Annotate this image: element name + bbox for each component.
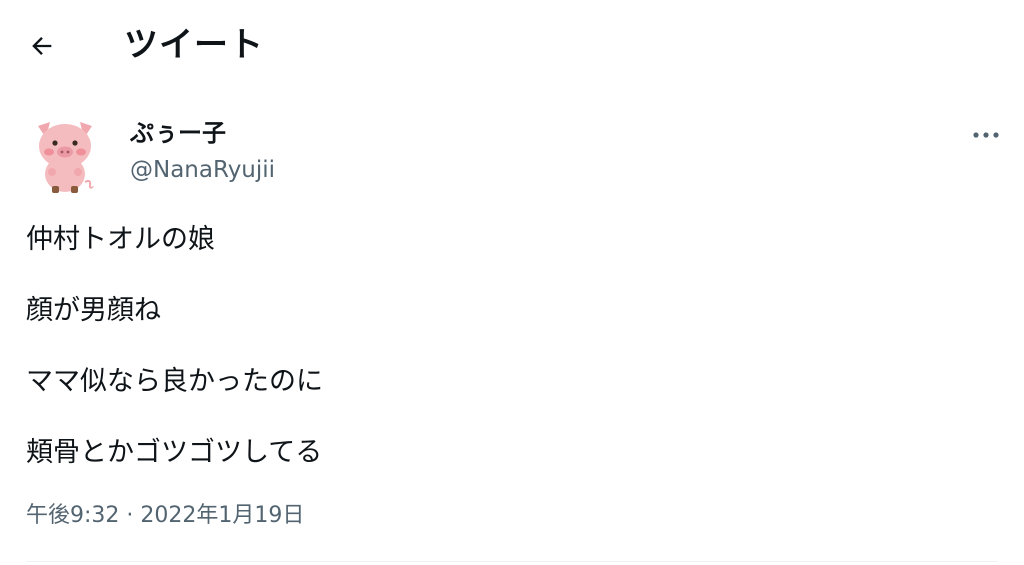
more-horizontal-icon: [973, 132, 999, 138]
more-options-button[interactable]: [964, 118, 1008, 152]
author-display-name[interactable]: ぷぅー子: [130, 116, 226, 150]
tweet-line: 頬骨とかゴツゴツしてる: [26, 437, 323, 468]
avatar[interactable]: [22, 112, 108, 198]
author-handle[interactable]: @NanaRyujii: [130, 153, 275, 187]
tweet-line: ママ似なら良かったのに: [26, 366, 323, 397]
page-title: ツイート: [124, 25, 264, 65]
pig-avatar-icon: [22, 112, 108, 198]
back-button[interactable]: [22, 26, 62, 66]
tweet-timestamp[interactable]: 午後9:32 · 2022年1月19日: [26, 500, 304, 532]
tweet-text: 仲村トオルの娘 顔が男顔ね ママ似なら良かったのに 頬骨とかゴツゴツしてる: [26, 222, 986, 506]
tweet-line: 顔が男顔ね: [26, 295, 161, 326]
divider: [26, 561, 998, 562]
arrow-left-icon: [32, 37, 52, 55]
header: ツイート: [0, 0, 1024, 90]
tweet-line: 仲村トオルの娘: [26, 224, 215, 255]
